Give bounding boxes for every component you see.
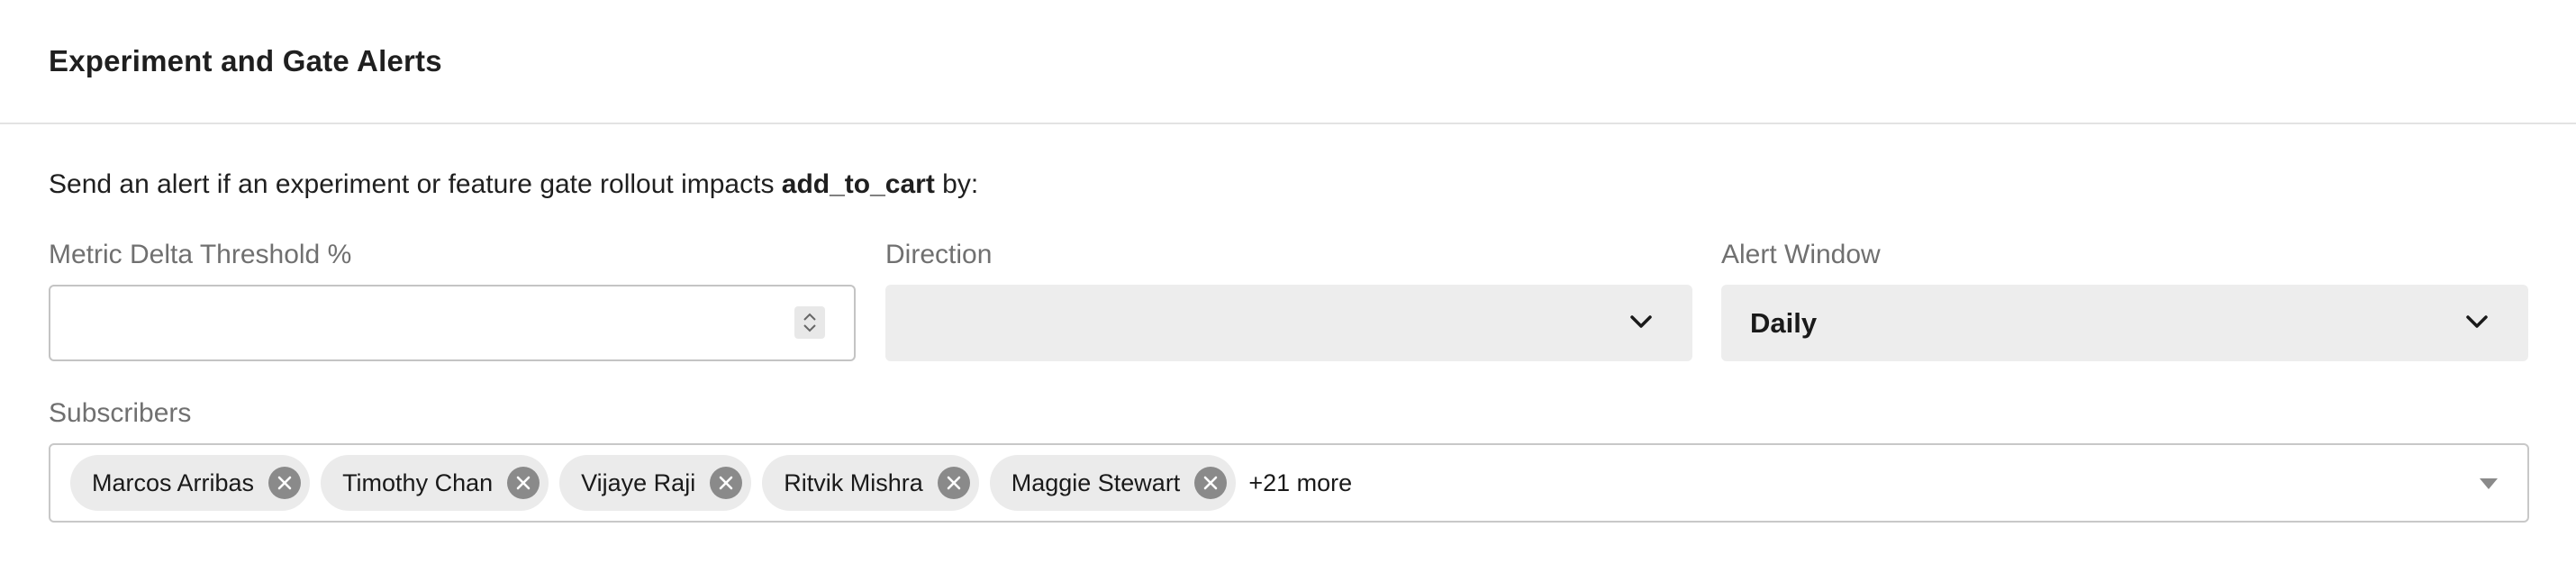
subscribers-multiselect[interactable]: Marcos Arribas Timothy Chan Vijaye Raji … <box>49 443 2529 523</box>
direction-select[interactable] <box>885 285 1692 361</box>
subscriber-chips: Marcos Arribas Timothy Chan Vijaye Raji … <box>70 455 1352 511</box>
metric-name: add_to_cart <box>781 169 935 199</box>
stepper-down-icon[interactable] <box>803 323 817 332</box>
subscriber-name: Vijaye Raji <box>581 468 696 496</box>
description-prefix: Send an alert if an experiment or featur… <box>49 169 782 199</box>
alert-window-select[interactable]: Daily <box>1721 285 2528 361</box>
subscriber-name: Marcos Arribas <box>92 468 255 496</box>
alert-description: Send an alert if an experiment or featur… <box>49 169 978 200</box>
subscribers-label: Subscribers <box>49 398 192 428</box>
subscriber-chip: Ritvik Mishra <box>762 455 979 511</box>
subscriber-name: Ritvik Mishra <box>784 468 923 496</box>
close-circle-icon[interactable] <box>1194 467 1228 499</box>
threshold-input[interactable] <box>50 286 789 359</box>
close-circle-icon[interactable] <box>710 467 743 499</box>
chevron-down-icon <box>1630 315 1652 328</box>
direction-label: Direction <box>885 240 993 269</box>
subscriber-chip: Maggie Stewart <box>989 455 1237 511</box>
stepper-icon[interactable] <box>794 306 825 339</box>
threshold-label: Metric Delta Threshold % <box>49 240 352 269</box>
caret-down-icon[interactable] <box>2479 477 2499 490</box>
description-suffix: by: <box>934 169 979 199</box>
subscriber-chip: Vijaye Raji <box>559 455 752 511</box>
close-circle-icon[interactable] <box>268 467 302 499</box>
alert-window-value: Daily <box>1750 307 1818 339</box>
subscriber-chip: Marcos Arribas <box>70 455 311 511</box>
close-circle-icon[interactable] <box>507 467 540 499</box>
chevron-down-icon <box>2466 315 2488 328</box>
alerts-header: Experiment and Gate Alerts <box>0 0 2576 124</box>
stepper-up-icon[interactable] <box>803 313 817 322</box>
more-subscribers-count[interactable]: +21 more <box>1248 469 1352 497</box>
alert-window-label: Alert Window <box>1721 240 1881 269</box>
subscriber-name: Timothy Chan <box>342 468 494 496</box>
close-circle-icon[interactable] <box>937 467 970 499</box>
page-title: Experiment and Gate Alerts <box>49 44 442 77</box>
subscriber-chip: Timothy Chan <box>321 455 549 511</box>
subscriber-name: Maggie Stewart <box>1011 468 1181 496</box>
threshold-field[interactable] <box>49 285 856 361</box>
